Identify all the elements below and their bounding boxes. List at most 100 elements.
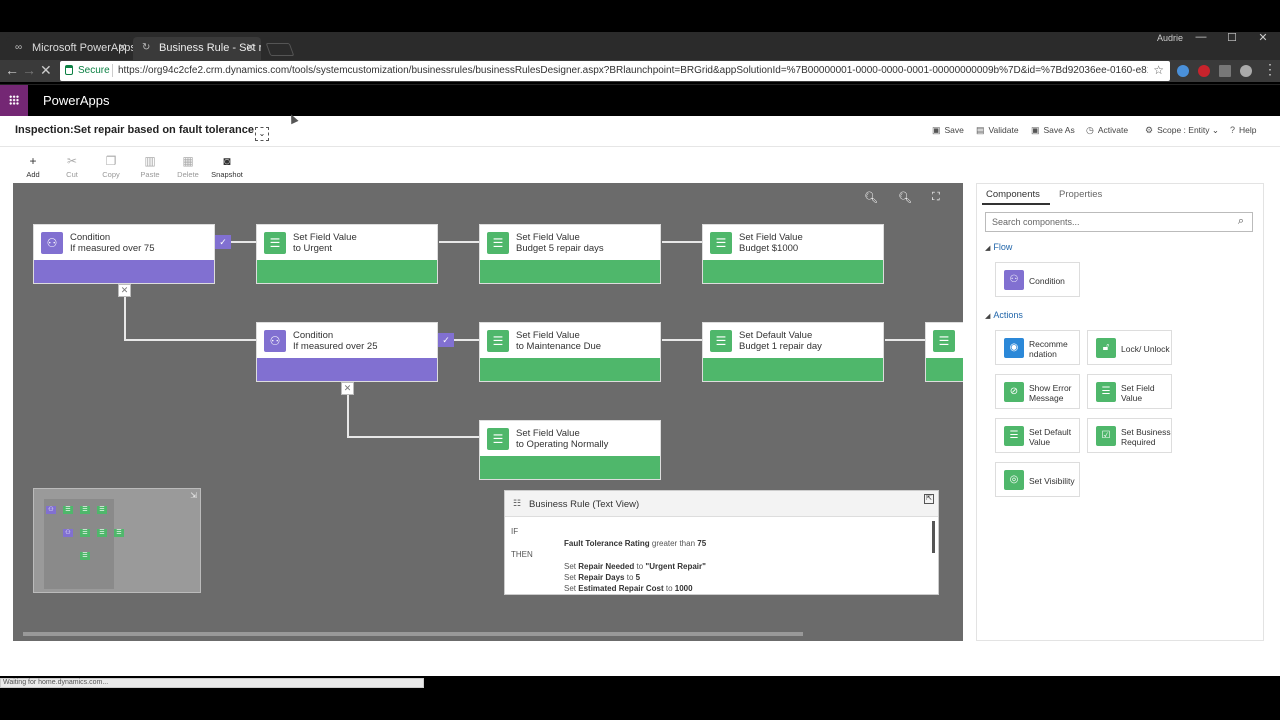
- url-text[interactable]: https://org94c2cfe2.crm.dynamics.com/too…: [118, 65, 1148, 76]
- activate-button[interactable]: ◷ Activate: [1086, 125, 1128, 136]
- browser-user-name[interactable]: Audrie: [1157, 33, 1183, 43]
- text-view-header: ☷ Business Rule (Text View) ⇱: [505, 491, 938, 517]
- set-field-value-node-3[interactable]: ☰ Set Field Value Budget $1000: [702, 224, 884, 284]
- component-recommendation[interactable]: ◉ Recomme ndation: [995, 330, 1080, 365]
- browser-tab-business-rule[interactable]: ↻ Business Rule - Set repair ✕: [133, 37, 261, 60]
- rule-title-dropdown[interactable]: ⌄: [255, 127, 269, 141]
- maximize-icon[interactable]: ☐: [1217, 31, 1247, 44]
- extension-circle-icon[interactable]: [1240, 65, 1252, 77]
- set-field-value-node-2[interactable]: ☰ Set Field Value Budget 5 repair days: [479, 224, 661, 284]
- minimap-node: ☰: [97, 506, 107, 514]
- validate-button[interactable]: ▤ Validate: [976, 125, 1019, 136]
- browser-menu-icon[interactable]: ⋮: [1263, 61, 1277, 78]
- set-field-value-icon: ☰: [1096, 382, 1116, 402]
- designer-canvas[interactable]: 🔍︎ 🔍︎ ⛶ ⚇ Condition If measured over 75 …: [13, 183, 963, 641]
- active-tab-indicator: [982, 203, 1050, 205]
- condition-node-2[interactable]: ⚇ Condition If measured over 25: [256, 322, 438, 382]
- component-lock-unlock[interactable]: 🔓︎ Lock/ Unlock: [1087, 330, 1172, 365]
- lock-unlock-icon: 🔓︎: [1096, 338, 1116, 358]
- connector: [662, 241, 703, 243]
- window-close-icon[interactable]: ✕: [1248, 31, 1278, 44]
- component-label: Set Visibility: [1029, 476, 1075, 486]
- false-branch-x-icon[interactable]: ✕: [341, 382, 354, 395]
- stop-icon[interactable]: ✕: [40, 62, 52, 79]
- set-field-value-icon: ☰: [487, 330, 509, 352]
- new-tab-button[interactable]: [265, 43, 295, 56]
- minimize-icon[interactable]: —: [1186, 31, 1216, 43]
- action-prep: to: [626, 573, 634, 582]
- copy-button[interactable]: ❐ Copy: [91, 154, 131, 179]
- component-show-error-message[interactable]: ⊘ Show Error Message: [995, 374, 1080, 409]
- tab-properties[interactable]: Properties: [1059, 189, 1102, 200]
- zoom-in-icon[interactable]: 🔍︎: [898, 191, 912, 204]
- delete-button[interactable]: ▦ Delete: [168, 154, 208, 179]
- close-icon[interactable]: ✕: [118, 41, 127, 54]
- false-branch-x-icon[interactable]: ✕: [118, 284, 131, 297]
- set-field-value-node-4[interactable]: ☰ Set Field Value to Maintenance Due: [479, 322, 661, 382]
- browser-tab-powerapps[interactable]: ∞ Microsoft PowerApps ✕: [6, 37, 133, 60]
- back-icon[interactable]: ←: [5, 62, 19, 78]
- action-line: Set Repair Needed to "Urgent Repair": [564, 562, 706, 571]
- extension-square-icon[interactable]: [1219, 65, 1231, 77]
- canvas-horizontal-scrollbar[interactable]: [23, 632, 803, 636]
- component-set-field-value[interactable]: ☰ Set Field Value: [1087, 374, 1172, 409]
- set-field-value-node-5[interactable]: ☰ Set Field Value to Operating Normally: [479, 420, 661, 480]
- component-label: Set Business Required: [1121, 427, 1171, 447]
- component-set-visibility[interactable]: ◎ Set Visibility: [995, 462, 1080, 497]
- save-as-icon: ▣: [1031, 125, 1040, 135]
- tab-components[interactable]: Components: [986, 189, 1040, 200]
- node-detail: Budget 1 repair day: [739, 341, 822, 352]
- connector: [347, 436, 480, 438]
- close-icon[interactable]: ✕: [246, 41, 255, 54]
- forward-icon[interactable]: →: [22, 62, 36, 78]
- paste-button[interactable]: ▥ Paste: [130, 154, 170, 179]
- actions-section-header[interactable]: ◢ Actions: [985, 310, 1023, 320]
- help-button[interactable]: ? Help: [1230, 125, 1257, 135]
- search-icon[interactable]: ⌕: [1238, 215, 1244, 228]
- component-set-default-value[interactable]: ☰ Set Default Value: [995, 418, 1080, 453]
- secure-label: Secure: [78, 65, 110, 76]
- scope-selector[interactable]: ⚙ Scope : Entity ⌄: [1145, 125, 1219, 136]
- true-branch-check-icon[interactable]: ✓: [215, 235, 231, 249]
- set-default-value-icon: ☰: [710, 330, 732, 352]
- node-bar: [257, 358, 437, 381]
- extension-cloud-icon[interactable]: [1177, 65, 1189, 77]
- powerapps-favicon-icon: ∞: [15, 42, 23, 53]
- fit-to-screen-icon[interactable]: ⛶: [932, 191, 940, 204]
- zoom-out-icon[interactable]: 🔍︎: [864, 191, 878, 204]
- expand-icon[interactable]: ⇱: [924, 494, 934, 504]
- text-view-title: Business Rule (Text View): [529, 499, 640, 510]
- app-name[interactable]: PowerApps: [43, 93, 109, 108]
- partially-visible-action-node[interactable]: ☰: [925, 322, 963, 382]
- set-field-value-node-1[interactable]: ☰ Set Field Value to Urgent: [256, 224, 438, 284]
- component-label: Recomme ndation: [1029, 339, 1068, 359]
- save-button[interactable]: ▣ Save: [932, 125, 964, 136]
- snapshot-button[interactable]: ◙ Snapshot: [207, 154, 247, 179]
- bookmark-star-icon[interactable]: ☆: [1153, 63, 1164, 77]
- true-branch-check-icon[interactable]: ✓: [438, 333, 454, 347]
- search-placeholder: Search components...: [992, 217, 1080, 227]
- component-label: Set Default Value: [1029, 427, 1072, 447]
- add-button[interactable]: + Add: [13, 154, 53, 179]
- action-verb: Set: [564, 584, 577, 593]
- component-set-business-required[interactable]: ☑ Set Business Required: [1087, 418, 1172, 453]
- pinterest-icon[interactable]: [1198, 65, 1210, 77]
- node-type: Set Field Value: [293, 232, 357, 243]
- save-as-button[interactable]: ▣ Save As: [1031, 125, 1075, 136]
- text-view-scrollbar[interactable]: [932, 521, 935, 553]
- actions-label: Actions: [993, 310, 1023, 320]
- set-default-value-node-1[interactable]: ☰ Set Default Value Budget 1 repair day: [702, 322, 884, 382]
- set-field-value-icon: ☰: [487, 428, 509, 450]
- browser-tabstrip: ∞ Microsoft PowerApps ✕ ↻ Business Rule …: [0, 32, 1280, 60]
- minimap[interactable]: ⇲ ⚇ ☰ ☰ ☰ ⚇ ☰ ☰ ☰ ☰: [33, 488, 201, 593]
- component-condition[interactable]: ⚇ Condition: [995, 262, 1080, 297]
- collapse-minimap-icon[interactable]: ⇲: [190, 491, 197, 500]
- address-bar[interactable]: Secure https://org94c2cfe2.crm.dynamics.…: [60, 61, 1170, 81]
- app-launcher-button[interactable]: [0, 85, 28, 117]
- scope-label: Scope :: [1157, 125, 1186, 135]
- cut-button[interactable]: ✂ Cut: [52, 154, 92, 179]
- condition-node-1[interactable]: ⚇ Condition If measured over 75: [33, 224, 215, 284]
- flow-section-header[interactable]: ◢ Flow: [985, 242, 1012, 252]
- search-components-input[interactable]: Search components... ⌕: [985, 212, 1253, 232]
- action-prep: to: [636, 562, 644, 571]
